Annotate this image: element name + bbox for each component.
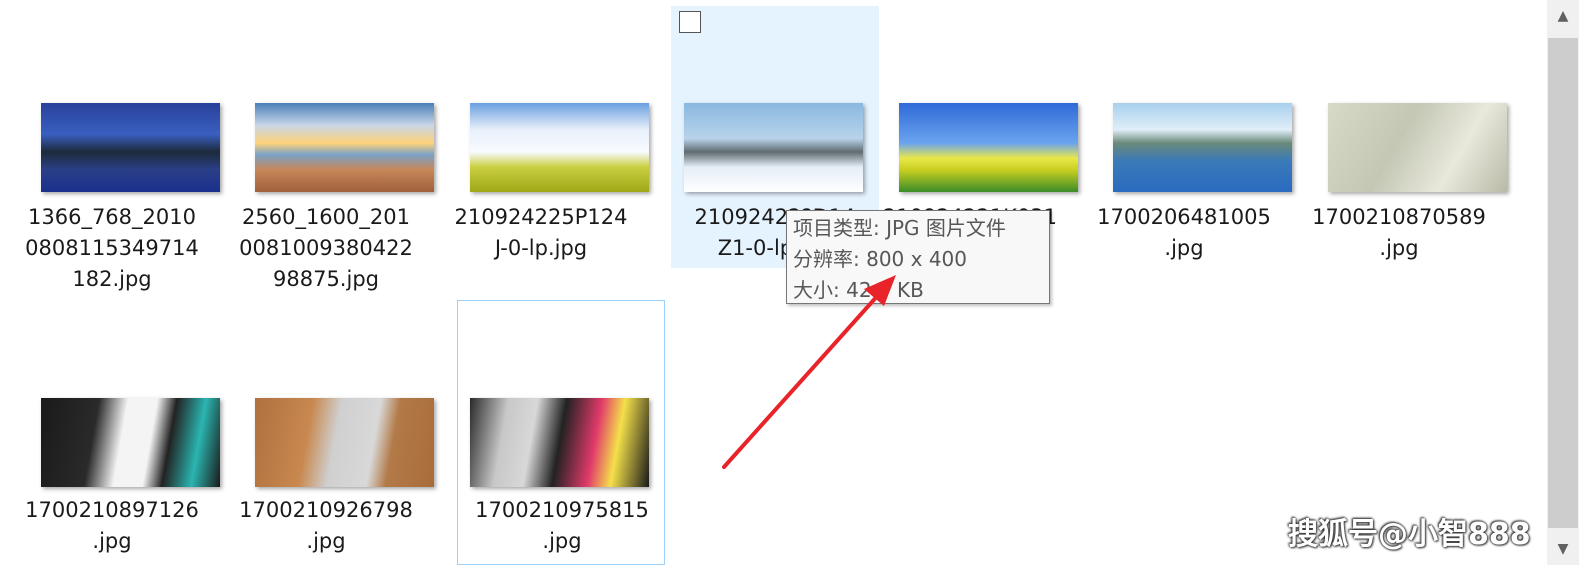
annotation-arrow-icon [722, 275, 896, 469]
scroll-down-icon[interactable]: ▼ [1547, 533, 1579, 565]
scroll-thumb[interactable] [1548, 38, 1578, 528]
watermark: 搜狐号@小智888 [1288, 517, 1531, 552]
vertical-scrollbar[interactable]: ▲ ▼ [1547, 0, 1579, 565]
scroll-up-icon[interactable]: ▲ [1547, 0, 1579, 32]
